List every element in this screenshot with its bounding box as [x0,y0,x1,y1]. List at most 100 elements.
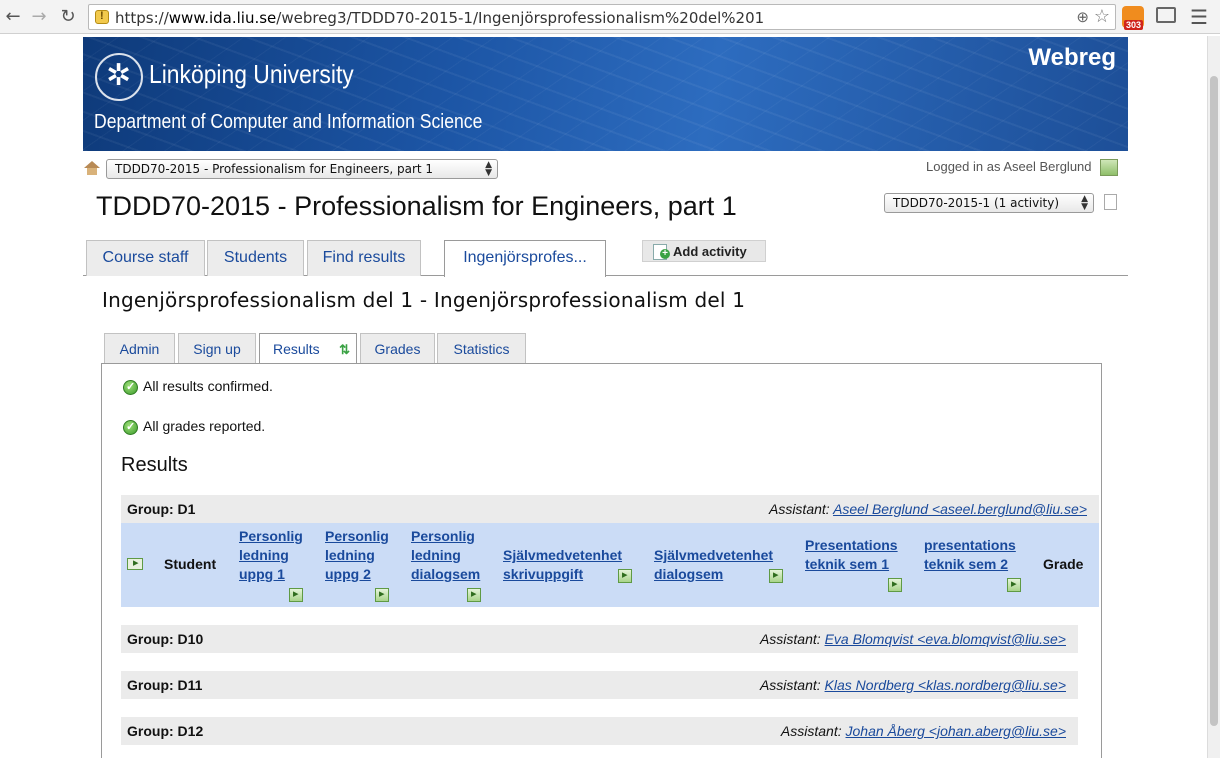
home-icon[interactable] [84,161,100,175]
department-name: Department of Computer and Information S… [94,111,483,133]
group-header: Group: D1 Assistant: Aseel Berglund <ase… [121,495,1099,523]
subtab-results[interactable]: Results ⇅ [259,333,357,365]
column-label-line: Personlig [325,528,389,544]
column-label-line: Självmedvetenhet [654,547,774,563]
header-banner: Linköping University Department of Compu… [83,37,1128,151]
column-label-line: Presentations [805,537,898,553]
group-label: Group: D10 [127,631,204,647]
group-label: Group: D1 [127,501,196,517]
select-arrows-icon: ▲ ▼ [485,160,492,178]
subtab-results-label: Results [273,341,320,357]
assistant-label: Assistant: [768,501,830,517]
tab-activity[interactable]: Ingenjörsprofes... [444,240,606,277]
column-personlig-ledning-dialogsem[interactable]: Personlig ledning dialogsem [411,527,480,584]
activity-select-value: TDDD70-2015-1 (1 activity) [893,196,1060,210]
tab-find-results[interactable]: Find results [307,240,421,276]
assistant-email-link[interactable]: Johan Åberg <johan.aberg@liu.se> [846,723,1066,739]
bookmark-star-icon[interactable]: ☆ [1094,6,1110,27]
column-personlig-ledning-uppg-1[interactable]: Personlig ledning uppg 1 [239,527,303,584]
column-sjalvmedvetenhet-skrivuppgift[interactable]: Självmedvetenhet skrivuppgift [503,546,622,584]
refresh-icon[interactable]: ⇅ [339,343,350,356]
export-icon[interactable] [1007,577,1021,592]
menu-icon[interactable]: ☰ [1190,5,1208,30]
check-icon [123,420,138,435]
column-label-line: Personlig [239,528,303,544]
column-presentations-teknik-sem-2[interactable]: presentations teknik sem 2 [924,536,1016,574]
group-label: Group: D11 [127,677,203,693]
url-text[interactable]: https://www.ida.liu.se/webreg3/TDDD70-20… [115,9,764,27]
group-header: Group: D12 Assistant: Johan Åberg <johan… [121,717,1078,745]
column-label-line: presentations [924,537,1016,553]
column-label-line: dialogsem [654,566,724,582]
group-label: Group: D12 [127,723,204,739]
document-icon[interactable] [1104,194,1117,210]
group-header: Group: D10 Assistant: Eva Blomqvist <eva… [121,625,1078,653]
assistant-email-link[interactable]: Aseel Berglund <aseel.berglund@liu.se> [833,501,1087,517]
assistant-info: Assistant: Aseel Berglund <aseel.berglun… [769,501,1087,517]
zoom-icon[interactable]: ⊕ [1076,8,1089,26]
subtab-statistics[interactable]: Statistics [437,333,526,364]
results-confirmed-message: All results confirmed. [143,378,273,394]
assistant-label: Assistant: [759,677,821,693]
column-presentations-teknik-sem-1[interactable]: Presentations teknik sem 1 [805,536,898,574]
activity-select[interactable]: TDDD70-2015-1 (1 activity) ▲ ▼ [884,193,1094,213]
tab-course-staff[interactable]: Course staff [86,240,205,276]
address-bar[interactable]: https://www.ida.liu.se/webreg3/TDDD70-20… [88,4,1116,30]
check-icon [123,380,138,395]
assistant-email-link[interactable]: Eva Blomqvist <eva.blomqvist@liu.se> [825,631,1066,647]
scrollbar-thumb[interactable] [1210,76,1218,726]
select-arrows-icon: ▲ ▼ [1081,194,1088,212]
assistant-info: Assistant: Johan Åberg <johan.aberg@liu.… [781,723,1066,739]
add-activity-button[interactable]: Add activity [642,240,766,262]
export-icon[interactable] [467,587,481,602]
logged-in-text: Logged in as Aseel Berglund [926,159,1092,174]
export-icon[interactable] [769,568,783,583]
group-header: Group: D11 Assistant: Klas Nordberg <kla… [121,671,1078,699]
assistant-info: Assistant: Eva Blomqvist <eva.blomqvist@… [760,631,1066,647]
rss-badge: 303 [1124,20,1144,30]
column-label-line: ledning [325,547,375,563]
column-grade: Grade [1043,556,1084,572]
column-sjalvmedvetenhet-dialogsem[interactable]: Självmedvetenhet dialogsem [654,546,773,584]
export-icon[interactable] [618,568,632,583]
activity-title: Ingenjörsprofessionalism del 1 - Ingenjö… [102,288,746,312]
column-label-line: skrivuppgift [503,566,584,582]
column-label-line: dialogsem [411,566,481,582]
app-name: Webreg [1028,44,1116,71]
export-icon[interactable] [888,577,902,592]
assistant-label: Assistant: [759,631,821,647]
add-activity-label: Add activity [673,244,747,259]
forward-icon[interactable]: → [28,6,50,28]
subtab-admin[interactable]: Admin [104,333,175,364]
subtab-sign-up[interactable]: Sign up [178,333,256,364]
column-label-line: Personlig [411,528,475,544]
column-personlig-ledning-uppg-2[interactable]: Personlig ledning uppg 2 [325,527,389,584]
subtab-grades[interactable]: Grades [360,333,435,364]
column-label-line: uppg 1 [239,566,285,582]
column-label-line: Självmedvetenhet [503,547,623,563]
warning-lock-icon[interactable] [95,10,109,24]
back-icon[interactable]: ← [2,6,24,28]
assistant-email-link[interactable]: Klas Nordberg <klas.nordberg@liu.se> [825,677,1066,693]
column-label-line: ledning [411,547,461,563]
email-group-icon[interactable] [127,556,143,570]
column-label-line: teknik sem 1 [805,556,890,572]
university-logo-icon [95,53,143,101]
column-label-line: teknik sem 2 [924,556,1009,572]
course-select[interactable]: TDDD70-2015 - Professionalism for Engine… [106,159,498,179]
export-icon[interactable] [375,587,389,602]
cast-icon[interactable] [1156,7,1176,23]
page-scrollbar[interactable] [1207,36,1220,758]
export-icon[interactable] [289,587,303,602]
university-name: Linköping University [149,59,354,89]
browser-toolbar: ← → ↻ https://www.ida.liu.se/webreg3/TDD… [0,0,1220,34]
assistant-info: Assistant: Klas Nordberg <klas.nordberg@… [760,677,1066,693]
logout-icon[interactable] [1100,159,1118,176]
course-select-value: TDDD70-2015 - Professionalism for Engine… [115,162,434,176]
column-student: Student [164,556,217,572]
add-document-icon [653,244,670,260]
tab-students[interactable]: Students [207,240,304,276]
reload-icon[interactable]: ↻ [57,6,79,28]
column-label-line: ledning [239,547,289,563]
results-heading: Results [121,454,188,476]
